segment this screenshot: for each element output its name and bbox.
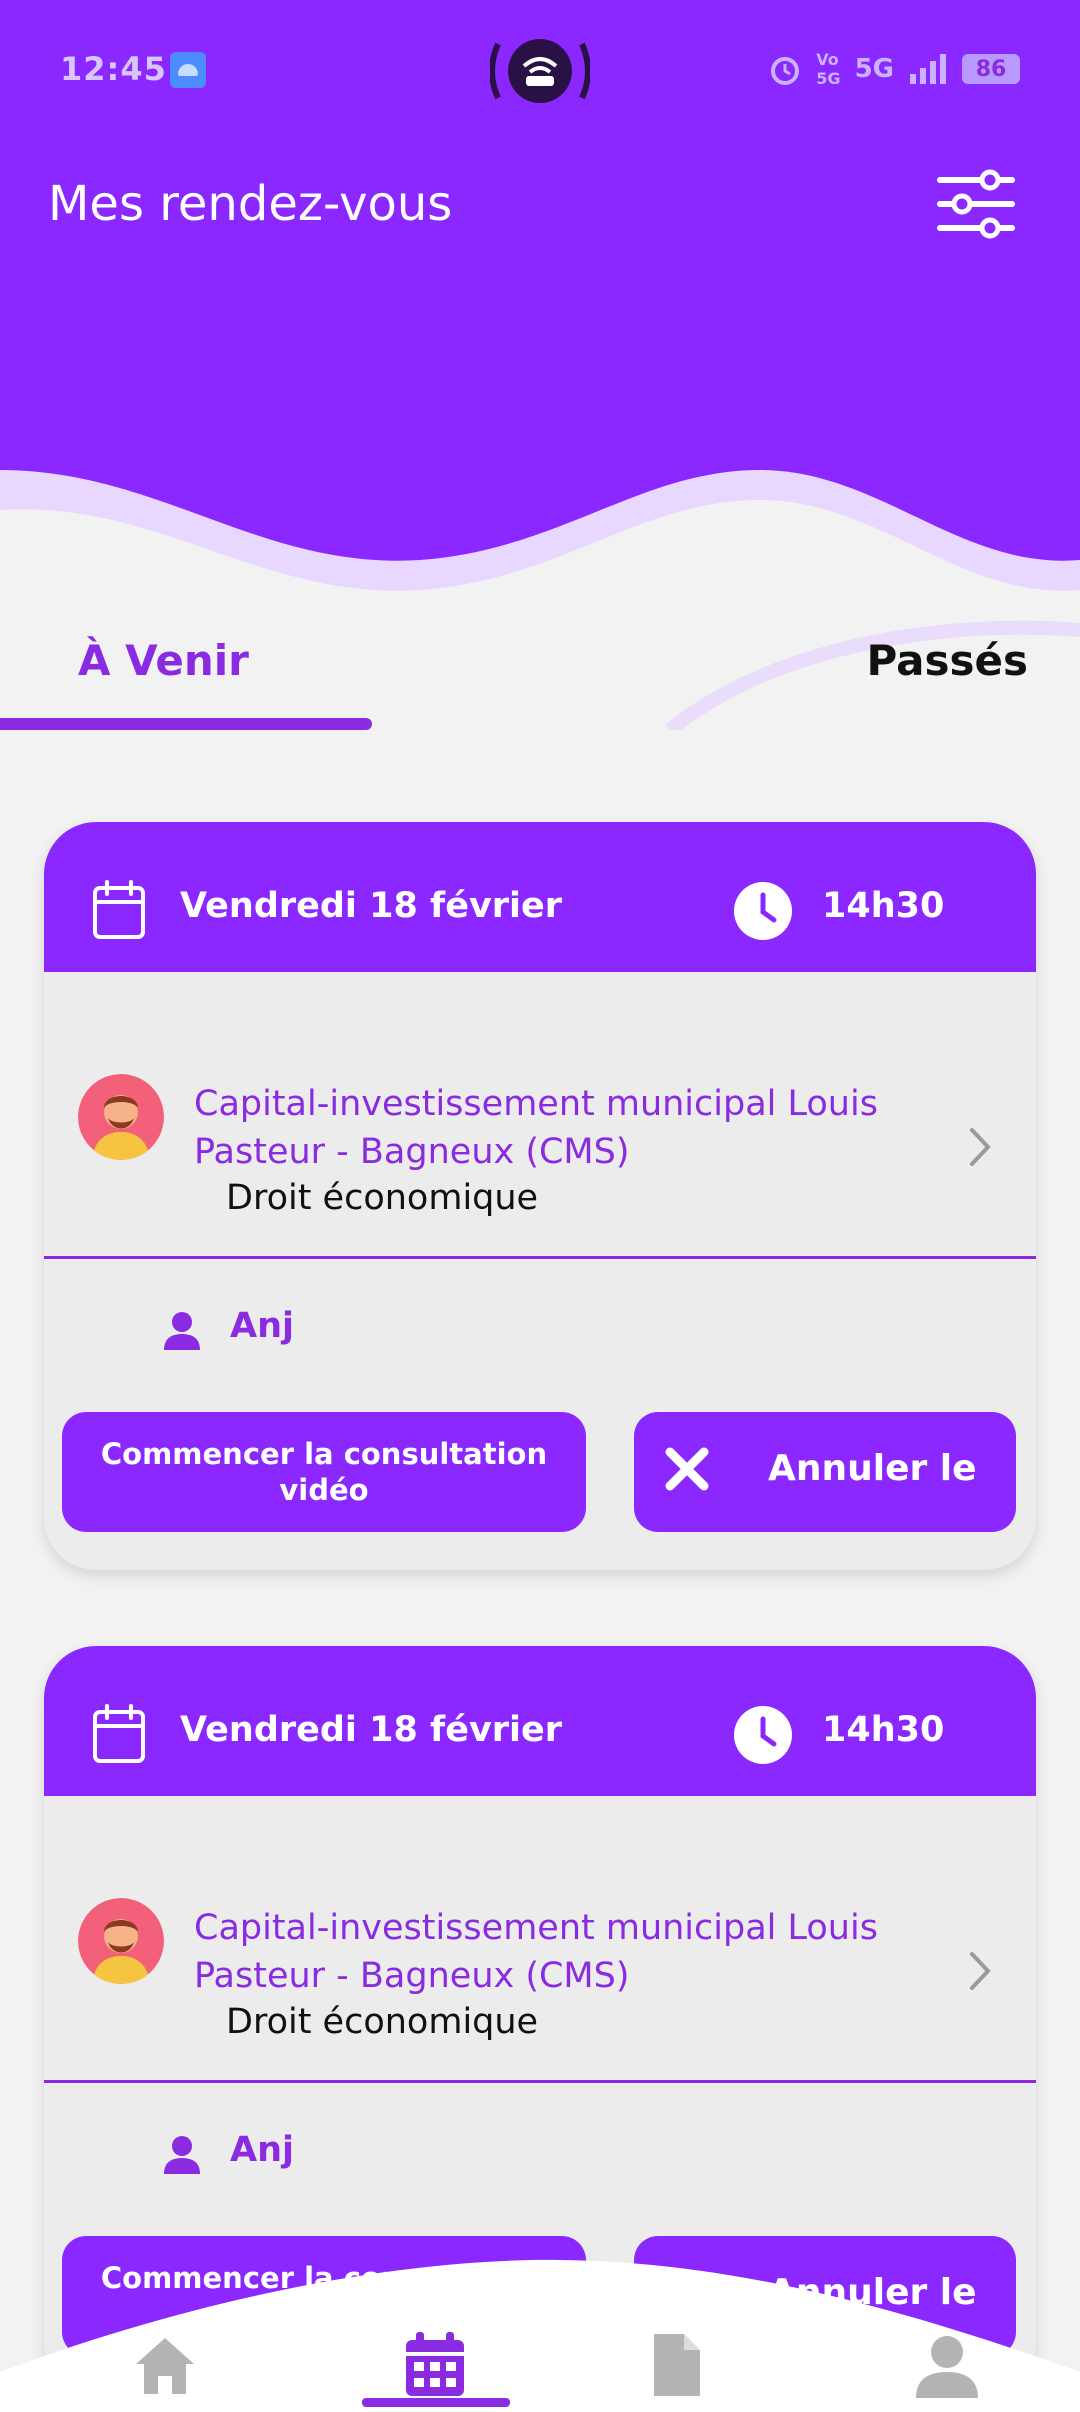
- appointment-card-header: Vendredi 18 février 14h30: [44, 1646, 1036, 1796]
- appointment-card-header: Vendredi 18 février 14h30: [44, 822, 1036, 972]
- status-bar: 12:45 Vo 5G 5G 86: [0, 0, 1080, 140]
- home-icon[interactable]: [130, 2330, 200, 2400]
- status-time: 12:45: [60, 50, 167, 88]
- doctor-avatar: [78, 1898, 164, 1984]
- patient-name: Anj: [230, 1306, 295, 1346]
- person-icon: [164, 1312, 200, 1350]
- cancel-appointment-button[interactable]: Annuler le: [634, 1412, 1016, 1532]
- network-label: 5G: [854, 54, 894, 84]
- clinic-name[interactable]: Capital-investissement municipal Louis P…: [194, 1080, 954, 1176]
- clock-icon: [734, 1706, 792, 1764]
- appointment-card[interactable]: Vendredi 18 février 14h30 Capital-invest…: [44, 822, 1036, 1570]
- header: 12:45 Vo 5G 5G 86 Mes rendez-vous: [0, 0, 1080, 600]
- calendar-icon: [93, 880, 145, 939]
- close-icon: [665, 1447, 709, 1491]
- profile-icon[interactable]: [912, 2330, 982, 2400]
- specialty: Droit économique: [226, 1178, 539, 1218]
- card-divider: [44, 2080, 1036, 2083]
- specialty: Droit économique: [226, 2002, 539, 2042]
- appointment-time: 14h30: [822, 1710, 945, 1750]
- cancel-button-label: Annuler le: [768, 1448, 977, 1489]
- page-title: Mes rendez-vous: [48, 176, 453, 232]
- document-icon[interactable]: [640, 2330, 710, 2400]
- tab-past[interactable]: Passés: [867, 636, 1028, 685]
- chevron-right-icon[interactable]: [960, 1122, 1000, 1172]
- alarm-icon: [771, 57, 800, 85]
- clinic-name[interactable]: Capital-investissement municipal Louis P…: [194, 1904, 954, 2000]
- battery-indicator: 86: [962, 54, 1020, 84]
- hotspot-icon: [490, 39, 590, 103]
- calendar-icon: [93, 1704, 145, 1763]
- status-icons: Vo 5G 5G 86: [768, 50, 1020, 88]
- patient-name: Anj: [230, 2130, 295, 2170]
- appointments-screen: 12:45 Vo 5G 5G 86 Mes rendez-vous À Veni…: [0, 0, 1080, 2412]
- clock-icon: [734, 882, 792, 940]
- tab-upcoming[interactable]: À Venir: [78, 636, 249, 685]
- android-notification-icon: [170, 52, 206, 88]
- chevron-right-icon[interactable]: [960, 1946, 1000, 1996]
- nav-active-indicator: [362, 2398, 510, 2407]
- doctor-avatar: [78, 1074, 164, 1160]
- volte-icon: Vo 5G: [816, 50, 841, 88]
- tab-bar: À Venir Passés: [0, 620, 1080, 730]
- bottom-navigation: [0, 2250, 1080, 2412]
- sliders-icon[interactable]: [932, 168, 1020, 240]
- start-video-consultation-button[interactable]: Commencer la consultation vidéo: [62, 1412, 586, 1532]
- calendar-icon[interactable]: [400, 2330, 470, 2400]
- appointment-date: Vendredi 18 février: [180, 1710, 563, 1750]
- tab-active-indicator: [0, 718, 372, 730]
- appointment-date: Vendredi 18 février: [180, 886, 563, 926]
- card-divider: [44, 1256, 1036, 1259]
- person-icon: [164, 2136, 200, 2174]
- signal-icon: [910, 54, 946, 84]
- appointment-time: 14h30: [822, 886, 945, 926]
